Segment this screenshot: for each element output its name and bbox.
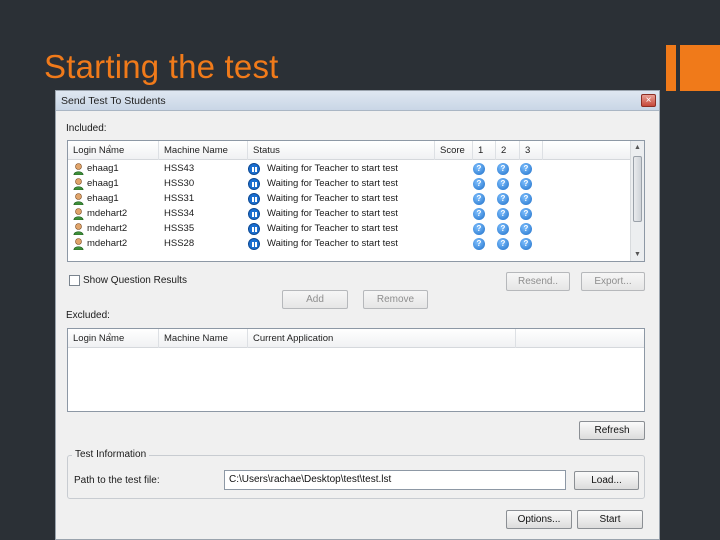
machine-name-cell: HSS43 bbox=[164, 163, 195, 174]
load-button[interactable]: Load... bbox=[574, 471, 639, 490]
question-icon[interactable]: ? bbox=[497, 223, 509, 235]
login-name-cell: ehaag1 bbox=[87, 163, 119, 174]
login-name-cell: mdehart2 bbox=[87, 208, 128, 219]
slide-title: Starting the test bbox=[44, 48, 279, 85]
status-cell: Waiting for Teacher to start test bbox=[267, 238, 398, 249]
machine-name-cell: HSS28 bbox=[164, 238, 195, 249]
test-information-title: Test Information bbox=[72, 449, 150, 460]
login-name-cell: ehaag1 bbox=[87, 193, 119, 204]
included-scrollbar[interactable]: ▲ ▼ bbox=[630, 141, 644, 261]
question-icon[interactable]: ? bbox=[473, 163, 485, 175]
options-button[interactable]: Options... bbox=[506, 510, 572, 529]
machine-name-cell: HSS34 bbox=[164, 208, 195, 219]
machine-name-cell: HSS35 bbox=[164, 223, 195, 234]
excluded-label: Excluded: bbox=[66, 310, 110, 321]
col-excluded-login-name[interactable]: Login Name ^ bbox=[68, 329, 159, 348]
status-cell: Waiting for Teacher to start test bbox=[267, 193, 398, 204]
question-icon[interactable]: ? bbox=[520, 238, 532, 250]
status-cell: Waiting for Teacher to start test bbox=[267, 178, 398, 189]
question-icon[interactable]: ? bbox=[520, 178, 532, 190]
machine-name-cell: HSS30 bbox=[164, 178, 195, 189]
login-name-cell: mdehart2 bbox=[87, 238, 128, 249]
close-icon[interactable]: × bbox=[641, 94, 656, 107]
export-button[interactable]: Export... bbox=[581, 272, 645, 291]
excluded-list[interactable]: Login Name ^ Machine Name Current Applica… bbox=[67, 328, 645, 412]
question-icon[interactable]: ? bbox=[497, 178, 509, 190]
col-excluded-machine-name[interactable]: Machine Name bbox=[159, 329, 248, 348]
accent-block bbox=[680, 45, 720, 91]
col-q1[interactable]: 1 bbox=[473, 141, 496, 160]
included-header: Login Name ^ Machine Name Status Score 1 … bbox=[68, 141, 644, 160]
pause-status-icon bbox=[248, 208, 260, 220]
included-list[interactable]: Login Name ^ Machine Name Status Score 1 … bbox=[67, 140, 645, 262]
show-results-checkbox[interactable] bbox=[69, 275, 80, 286]
question-icon[interactable]: ? bbox=[473, 223, 485, 235]
question-icon[interactable]: ? bbox=[473, 178, 485, 190]
question-icon[interactable]: ? bbox=[520, 223, 532, 235]
resend-button[interactable]: Resend.. bbox=[506, 272, 570, 291]
remove-button[interactable]: Remove bbox=[363, 290, 428, 309]
status-cell: Waiting for Teacher to start test bbox=[267, 163, 398, 174]
user-icon bbox=[73, 223, 84, 235]
start-button[interactable]: Start bbox=[577, 510, 643, 529]
user-icon bbox=[73, 193, 84, 205]
question-icon[interactable]: ? bbox=[520, 163, 532, 175]
status-cell: Waiting for Teacher to start test bbox=[267, 223, 398, 234]
path-label: Path to the test file: bbox=[74, 475, 160, 486]
dialog-title: Send Test To Students bbox=[61, 95, 166, 107]
col-q2[interactable]: 2 bbox=[496, 141, 520, 160]
col-login-name[interactable]: Login Name ^ bbox=[68, 141, 159, 160]
table-row[interactable]: ehaag1 HSS30 Waiting for Teacher to start … bbox=[68, 177, 644, 192]
scroll-down-icon[interactable]: ▼ bbox=[631, 248, 644, 261]
user-icon bbox=[73, 163, 84, 175]
send-test-dialog: Send Test To Students × Included: Login … bbox=[55, 90, 660, 540]
question-icon[interactable]: ? bbox=[497, 163, 509, 175]
table-row[interactable]: mdehart2 HSS34 Waiting for Teacher to star… bbox=[68, 207, 644, 222]
pause-status-icon bbox=[248, 223, 260, 235]
add-button[interactable]: Add bbox=[282, 290, 348, 309]
dialog-titlebar[interactable]: Send Test To Students × bbox=[56, 91, 659, 111]
user-icon bbox=[73, 238, 84, 250]
question-icon[interactable]: ? bbox=[473, 193, 485, 205]
table-row[interactable]: ehaag1 HSS43 Waiting for Teacher to start … bbox=[68, 162, 644, 177]
pause-status-icon bbox=[248, 193, 260, 205]
included-label: Included: bbox=[66, 123, 107, 134]
scroll-up-icon[interactable]: ▲ bbox=[631, 141, 644, 154]
question-icon[interactable]: ? bbox=[497, 208, 509, 220]
question-icon[interactable]: ? bbox=[520, 208, 532, 220]
machine-name-cell: HSS31 bbox=[164, 193, 195, 204]
user-icon bbox=[73, 178, 84, 190]
question-icon[interactable]: ? bbox=[473, 238, 485, 250]
question-icon[interactable]: ? bbox=[473, 208, 485, 220]
question-icon[interactable]: ? bbox=[520, 193, 532, 205]
login-name-cell: mdehart2 bbox=[87, 223, 128, 234]
refresh-button[interactable]: Refresh bbox=[579, 421, 645, 440]
login-name-cell: ehaag1 bbox=[87, 178, 119, 189]
pause-status-icon bbox=[248, 178, 260, 190]
pause-status-icon bbox=[248, 238, 260, 250]
pause-status-icon bbox=[248, 163, 260, 175]
question-icon[interactable]: ? bbox=[497, 193, 509, 205]
table-row[interactable]: mdehart2 HSS28 Waiting for Teacher to star… bbox=[68, 237, 644, 252]
show-results-label: Show Question Results bbox=[83, 275, 187, 286]
col-q3[interactable]: 3 bbox=[520, 141, 543, 160]
user-icon bbox=[73, 208, 84, 220]
col-excluded-current-app[interactable]: Current Application bbox=[248, 329, 516, 348]
scroll-thumb[interactable] bbox=[633, 156, 642, 222]
accent-bar bbox=[666, 45, 676, 91]
col-machine-name[interactable]: Machine Name bbox=[159, 141, 248, 160]
question-icon[interactable]: ? bbox=[497, 238, 509, 250]
table-row[interactable]: ehaag1 HSS31 Waiting for Teacher to start … bbox=[68, 192, 644, 207]
excluded-header: Login Name ^ Machine Name Current Applica… bbox=[68, 329, 644, 348]
col-status[interactable]: Status bbox=[248, 141, 435, 160]
table-row[interactable]: mdehart2 HSS35 Waiting for Teacher to star… bbox=[68, 222, 644, 237]
col-score[interactable]: Score bbox=[435, 141, 473, 160]
status-cell: Waiting for Teacher to start test bbox=[267, 208, 398, 219]
test-file-path-input[interactable]: C:\Users\rachae\Desktop\test\test.lst bbox=[224, 470, 566, 490]
